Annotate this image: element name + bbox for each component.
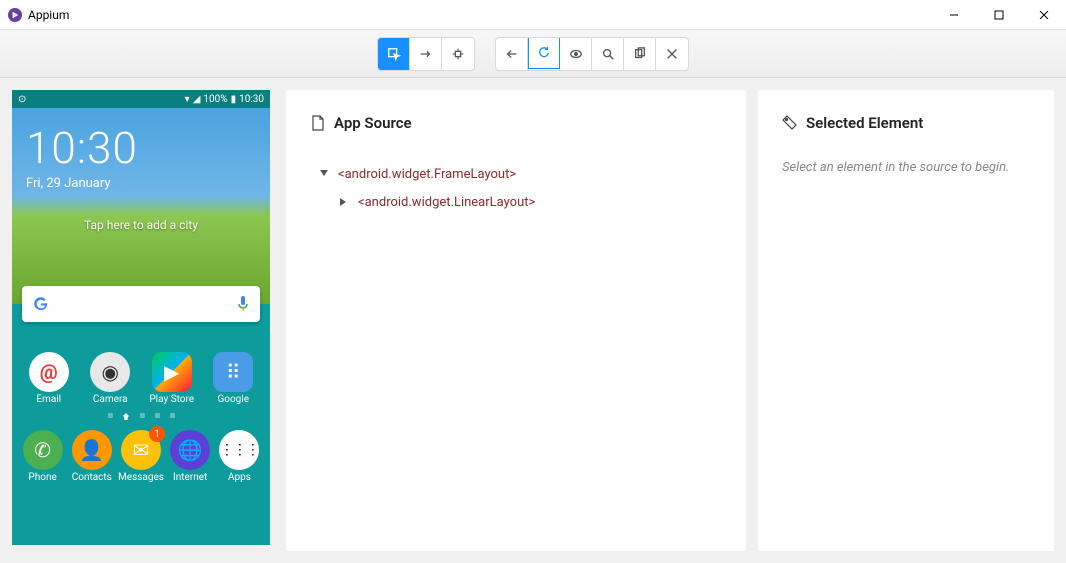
wifi-icon: ▾ [185, 94, 190, 105]
toolbar-group-interaction [377, 37, 475, 71]
window-titlebar: Appium [0, 0, 1066, 30]
selected-element-title: Selected Element [782, 114, 1030, 132]
tree-node-framelayout[interactable]: <android.widget.FrameLayout> [310, 160, 722, 188]
tag-icon [782, 115, 798, 131]
selected-element-placeholder: Select an element in the source to begin… [782, 160, 1030, 175]
window-title: Appium [28, 8, 69, 22]
tree-toggle-icon[interactable] [318, 168, 330, 180]
messages-badge: 1 [149, 426, 165, 442]
tree-toggle-icon[interactable] [338, 196, 350, 208]
source-tree: <android.widget.FrameLayout> <android.wi… [310, 160, 722, 216]
copy-xml-button[interactable] [624, 38, 656, 70]
page-indicator [12, 409, 270, 426]
app-apps: ⋮⋮⋮ Apps [215, 430, 264, 483]
tap-coords-button[interactable] [442, 38, 474, 70]
device-app-grid: @ Email ◉ Camera ▶ Play Store ⠿ Google [12, 340, 270, 545]
app-messages: ✉1 Messages [116, 430, 165, 483]
google-g-icon [32, 295, 50, 313]
lock-date: Fri, 29 January [26, 176, 111, 191]
app-phone: ✆ Phone [18, 430, 67, 483]
app-logo-icon [8, 8, 22, 22]
app-internet: 🌐 Internet [166, 430, 215, 483]
google-search-bar [22, 286, 260, 322]
app-contacts: 👤 Contacts [67, 430, 116, 483]
battery-percent: 100% [203, 94, 227, 105]
window-maximize-button[interactable] [976, 0, 1021, 30]
file-icon [310, 115, 326, 131]
app-google: ⠿ Google [206, 352, 260, 405]
window-minimize-button[interactable] [931, 0, 976, 30]
app-source-panel: App Source <android.widget.FrameLayout> … [286, 90, 746, 551]
select-element-button[interactable] [378, 38, 410, 70]
window-close-button[interactable] [1021, 0, 1066, 30]
status-left-icon: ⊙ [18, 94, 26, 105]
app-camera: ◉ Camera [83, 352, 137, 405]
tree-node-linearlayout[interactable]: <android.widget.LinearLayout> [310, 188, 722, 216]
quit-session-button[interactable] [656, 38, 688, 70]
record-button[interactable] [560, 38, 592, 70]
device-wallpaper: 10:30 Fri, 29 January Tap here to add a … [12, 108, 270, 304]
search-button[interactable] [592, 38, 624, 70]
app-play-store: ▶ Play Store [145, 352, 199, 405]
lock-clock: 10:30 [26, 122, 138, 174]
app-source-title: App Source [310, 114, 722, 132]
battery-icon: ▮ [231, 94, 237, 105]
app-email: @ Email [22, 352, 76, 405]
mic-icon [236, 295, 250, 313]
toolbar-group-session [495, 37, 689, 71]
selected-element-panel: Selected Element Select an element in th… [758, 90, 1054, 551]
device-screenshot-column: ⊙ ▾ ◢ 100% ▮ 10:30 10:30 Fri, 29 January… [12, 90, 274, 551]
weather-hint: Tap here to add a city [12, 218, 270, 232]
refresh-button[interactable] [528, 37, 560, 69]
main-area: ⊙ ▾ ◢ 100% ▮ 10:30 10:30 Fri, 29 January… [0, 78, 1066, 563]
device-screenshot[interactable]: ⊙ ▾ ◢ 100% ▮ 10:30 10:30 Fri, 29 January… [12, 90, 270, 545]
status-time: 10:30 [239, 94, 264, 105]
toolbar [0, 30, 1066, 78]
signal-icon: ◢ [193, 94, 201, 105]
swipe-button[interactable] [410, 38, 442, 70]
back-button[interactable] [496, 38, 528, 70]
device-status-bar: ⊙ ▾ ◢ 100% ▮ 10:30 [12, 90, 270, 108]
